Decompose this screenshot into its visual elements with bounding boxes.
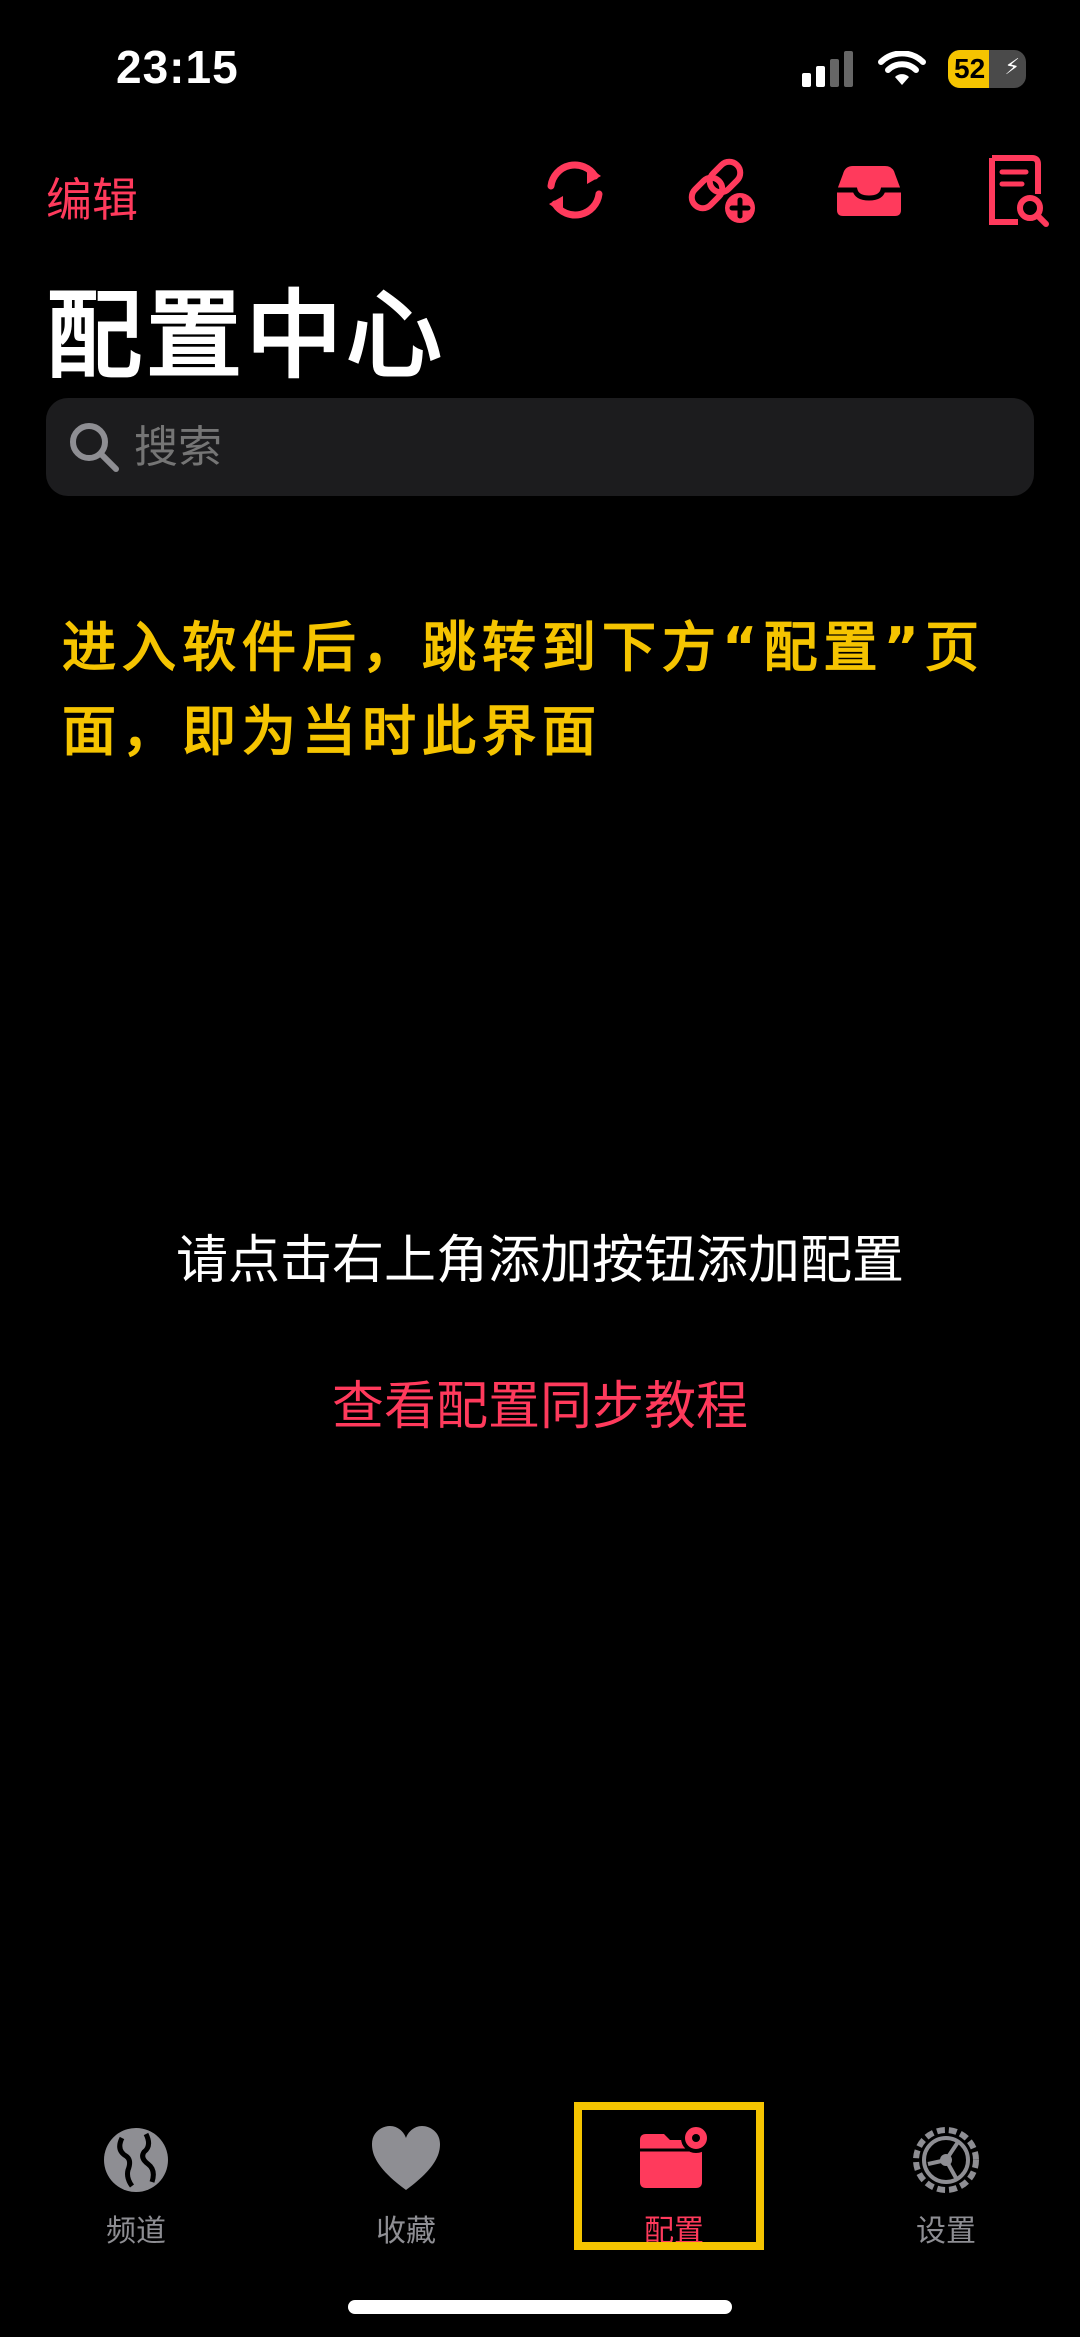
inbox-button[interactable] bbox=[814, 150, 924, 230]
tab-label: 收藏 bbox=[376, 2214, 436, 2249]
search-document-button[interactable] bbox=[961, 150, 1071, 230]
search-bar[interactable] bbox=[46, 398, 1034, 496]
battery-indicator: 52 ⚡ bbox=[948, 50, 1026, 88]
edit-button[interactable]: 编辑 bbox=[46, 164, 138, 230]
battery-percent: 52 bbox=[954, 53, 986, 84]
document-search-icon bbox=[989, 155, 1049, 227]
link-add-icon bbox=[688, 158, 755, 223]
page-title: 配置中心 bbox=[46, 280, 446, 392]
inbox-tray-icon bbox=[837, 166, 901, 216]
cellular-signal-icon bbox=[802, 51, 853, 87]
toolbar bbox=[520, 150, 1080, 230]
empty-state-message: 请点击右上角添加按钮添加配置 bbox=[175, 1231, 904, 1291]
add-link-button[interactable] bbox=[667, 150, 777, 230]
highlight-box bbox=[574, 2102, 764, 2250]
search-input[interactable] bbox=[132, 420, 1016, 474]
gear-icon bbox=[913, 2127, 979, 2193]
tab-favorites[interactable]: 收藏 bbox=[316, 2120, 496, 2250]
charging-bolt-icon: ⚡ bbox=[1004, 55, 1020, 80]
refresh-icon bbox=[547, 161, 603, 219]
search-icon bbox=[70, 423, 119, 472]
tab-label: 设置 bbox=[916, 2214, 976, 2249]
tab-settings[interactable]: 设置 bbox=[856, 2120, 1036, 2250]
tab-label: 频道 bbox=[106, 2214, 166, 2249]
annotation-text: 进入软件后，跳转到下方“配置”页面，即为当时此界面 bbox=[62, 616, 985, 763]
tab-channels[interactable]: 频道 bbox=[46, 2120, 226, 2250]
status-time: 23:15 bbox=[116, 41, 239, 93]
wifi-icon bbox=[878, 51, 926, 85]
refresh-button[interactable] bbox=[520, 150, 630, 230]
globe-icon bbox=[104, 2128, 168, 2192]
status-icons: 52 ⚡ bbox=[802, 44, 1026, 94]
sync-tutorial-link[interactable]: 查看配置同步教程 bbox=[0, 1364, 1080, 1439]
heart-icon bbox=[372, 2126, 440, 2190]
home-indicator bbox=[348, 2300, 732, 2314]
